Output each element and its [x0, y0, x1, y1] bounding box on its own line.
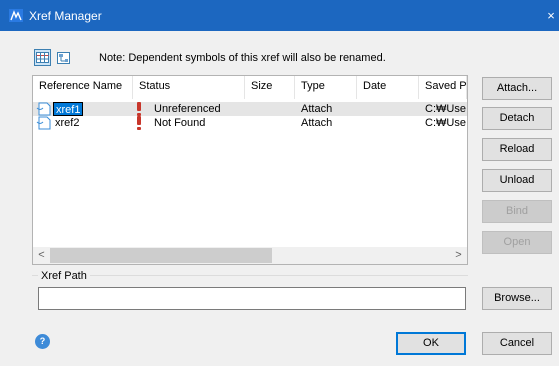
column-header-date[interactable]: Date — [357, 76, 419, 99]
window-title: Xref Manager — [29, 9, 102, 23]
saved-path-cell: C:₩Use — [425, 103, 466, 115]
column-header-saved-path[interactable]: Saved P — [419, 76, 467, 99]
saved-path-cell: C:₩Use — [425, 117, 466, 129]
help-icon[interactable]: ? — [35, 334, 50, 349]
xref-document-icon — [36, 102, 51, 116]
list-view-icon — [36, 52, 49, 63]
bind-button[interactable]: Bind — [482, 200, 552, 223]
ok-button[interactable]: OK — [396, 332, 466, 355]
title-bar: Xref Manager × — [0, 0, 559, 31]
list-view-button[interactable] — [34, 49, 51, 66]
scrollbar-thumb[interactable] — [50, 248, 272, 263]
horizontal-scrollbar[interactable]: < > — [33, 247, 467, 264]
reference-name: xref2 — [55, 117, 80, 129]
scroll-left-icon[interactable]: < — [33, 247, 50, 264]
reload-button[interactable]: Reload — [482, 138, 552, 161]
scroll-right-icon[interactable]: > — [450, 247, 467, 264]
tree-view-icon — [57, 51, 70, 64]
open-button[interactable]: Open — [482, 231, 552, 254]
status-cell: Not Found — [154, 117, 206, 129]
xref-path-group — [32, 275, 468, 276]
column-header-size[interactable]: Size — [245, 76, 295, 99]
browse-button[interactable]: Browse... — [482, 287, 552, 310]
column-header-reference-name[interactable]: Reference Name — [33, 76, 133, 99]
tree-view-button[interactable] — [55, 49, 72, 66]
xref-document-icon — [36, 116, 51, 130]
attach-button[interactable]: Attach... — [482, 77, 552, 100]
cancel-button[interactable]: Cancel — [482, 332, 552, 355]
reference-name-edit[interactable]: xref1 — [53, 102, 84, 116]
unload-button[interactable]: Unload — [482, 169, 552, 192]
autocad-icon — [9, 9, 23, 22]
table-row[interactable]: xref1 Unreferenced Attach C:₩Use — [33, 102, 467, 116]
status-cell: Unreferenced — [154, 103, 221, 115]
column-header-status[interactable]: Status — [133, 76, 245, 99]
type-cell: Attach — [301, 103, 333, 115]
warning-icon — [137, 116, 141, 130]
xref-path-input[interactable] — [38, 287, 466, 310]
rename-note: Note: Dependent symbols of this xref wil… — [99, 52, 386, 64]
close-button[interactable]: × — [543, 0, 559, 31]
type-cell: Attach — [301, 117, 333, 129]
xref-path-label: Xref Path — [38, 270, 90, 282]
xref-list[interactable]: Reference Name Status Size Type Date Sav… — [32, 75, 468, 265]
table-row[interactable]: xref2 Not Found Attach C:₩Use — [33, 116, 467, 130]
warning-icon — [137, 102, 141, 116]
column-header-type[interactable]: Type — [295, 76, 357, 99]
detach-button[interactable]: Detach — [482, 107, 552, 130]
